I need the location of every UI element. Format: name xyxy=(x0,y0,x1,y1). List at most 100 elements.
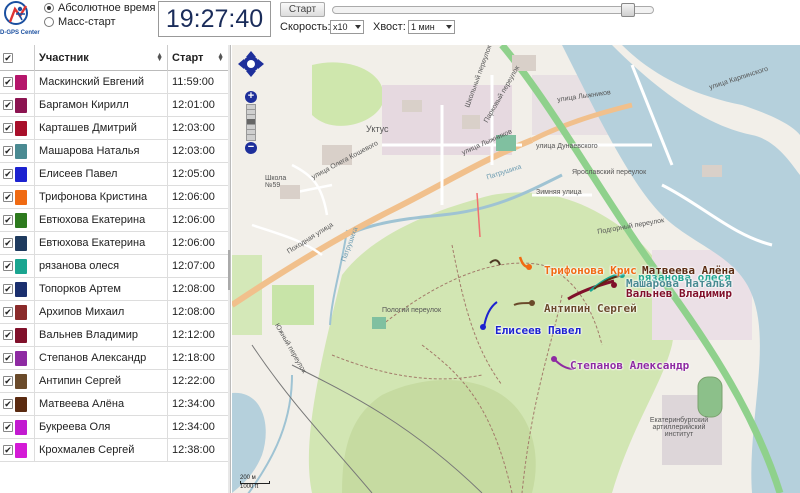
participant-start-time: 12:18:00 xyxy=(172,352,215,364)
participant-name: Баргамон Кирилл xyxy=(39,99,129,111)
zoom-slider[interactable] xyxy=(246,104,256,141)
zoom-in-icon[interactable]: + xyxy=(245,91,257,103)
table-row[interactable]: ✔ Букреева Оля 12:34:00 xyxy=(0,416,228,439)
zoom-out-icon[interactable]: − xyxy=(245,142,257,154)
participant-name: Архипов Михаил xyxy=(39,306,125,318)
radio-absolute-time[interactable] xyxy=(44,3,54,13)
column-header-participant-label: Участник xyxy=(39,52,89,64)
participant-color-swatch[interactable] xyxy=(15,282,27,297)
tail-value: 1 мин xyxy=(411,22,435,32)
table-row[interactable]: ✔ Топорков Артем 12:08:00 xyxy=(0,278,228,301)
participant-name: Трифонова Кристина xyxy=(39,191,148,203)
participant-visible-checkbox[interactable]: ✔ xyxy=(3,353,13,363)
table-row[interactable]: ✔ Матвеева Алёна 12:34:00 xyxy=(0,393,228,416)
table-row[interactable]: ✔ Маскинский Евгений 11:59:00 xyxy=(0,71,228,94)
zoom-slider-thumb[interactable] xyxy=(247,119,255,124)
participant-visible-checkbox[interactable]: ✔ xyxy=(3,445,13,455)
select-all-checkbox[interactable]: ✔ xyxy=(3,53,13,63)
map-label-street-zimnyaya: Зимняя улица xyxy=(536,189,582,196)
participant-color-swatch[interactable] xyxy=(15,144,27,159)
table-row[interactable]: ✔ рязанова олеся 12:07:00 xyxy=(0,255,228,278)
speed-value: x10 xyxy=(333,22,348,32)
map-label-institute: Екатеринбургский артиллерийский институт xyxy=(649,417,709,438)
participant-color-swatch[interactable] xyxy=(15,190,27,205)
table-row[interactable]: ✔ Елисеев Павел 12:05:00 xyxy=(0,163,228,186)
participant-start-time: 12:08:00 xyxy=(172,306,215,318)
participant-color-swatch[interactable] xyxy=(15,98,27,113)
mass-start-option[interactable]: Масс-старт xyxy=(44,16,116,28)
pan-control[interactable] xyxy=(238,51,264,77)
radio-mass-start[interactable] xyxy=(44,17,54,27)
table-row[interactable]: ✔ Антипин Сергей 12:22:00 xyxy=(0,370,228,393)
column-header-start[interactable]: Старт ▲ ▼ xyxy=(167,45,228,71)
chevron-down-icon xyxy=(446,25,452,29)
start-button[interactable]: Старт xyxy=(280,2,325,17)
participant-color-swatch[interactable] xyxy=(15,420,27,435)
table-row[interactable]: ✔ Вальнев Владимир 12:12:00 xyxy=(0,324,228,347)
table-scrollbar[interactable] xyxy=(228,45,230,493)
participant-visible-checkbox[interactable]: ✔ xyxy=(3,169,13,179)
participant-name: Вальнев Владимир xyxy=(39,329,138,341)
column-header-participant[interactable]: Участник ▲ ▼ xyxy=(34,45,167,71)
participant-color-swatch[interactable] xyxy=(15,167,27,182)
participant-start-time: 12:06:00 xyxy=(172,191,215,203)
participant-name: Топорков Артем xyxy=(39,283,121,295)
map-label-uktus: Уктус xyxy=(366,124,389,134)
table-scrollbar-thumb[interactable] xyxy=(228,250,230,290)
participant-color-swatch[interactable] xyxy=(15,374,27,389)
participant-visible-checkbox[interactable]: ✔ xyxy=(3,146,13,156)
participant-visible-checkbox[interactable]: ✔ xyxy=(3,77,13,87)
participant-visible-checkbox[interactable]: ✔ xyxy=(3,238,13,248)
table-header: ✔ Участник ▲ ▼ Старт ▲ ▼ xyxy=(0,45,228,71)
participant-color-swatch[interactable] xyxy=(15,351,27,366)
table-row[interactable]: ✔ Крохмалев Сергей 12:38:00 xyxy=(0,439,228,462)
table-row[interactable]: ✔ Баргамон Кирилл 12:01:00 xyxy=(0,94,228,117)
timeline-slider-handle[interactable] xyxy=(621,3,635,17)
participant-start-time: 12:34:00 xyxy=(172,421,215,433)
participant-start-time: 12:03:00 xyxy=(172,145,215,157)
map-view[interactable]: Уктус Школа №59 Екатеринбургский артилле… xyxy=(232,45,800,493)
tail-select[interactable]: 1 мин xyxy=(408,20,455,34)
participant-color-swatch[interactable] xyxy=(15,213,27,228)
participant-visible-checkbox[interactable]: ✔ xyxy=(3,284,13,294)
chevron-down-icon xyxy=(355,25,361,29)
participant-color-swatch[interactable] xyxy=(15,443,27,458)
participant-start-time: 12:06:00 xyxy=(172,214,215,226)
absolute-time-option[interactable]: Абсолютное время xyxy=(44,2,155,14)
table-row[interactable]: ✔ Евтюхова Екатерина 12:06:00 xyxy=(0,232,228,255)
table-row[interactable]: ✔ Степанов Александр 12:18:00 xyxy=(0,347,228,370)
participant-start-time: 12:22:00 xyxy=(172,375,215,387)
participant-color-swatch[interactable] xyxy=(15,397,27,412)
participant-visible-checkbox[interactable]: ✔ xyxy=(3,307,13,317)
participant-color-swatch[interactable] xyxy=(15,305,27,320)
table-row[interactable]: ✔ Машарова Наталья 12:03:00 xyxy=(0,140,228,163)
participant-name: Маскинский Евгений xyxy=(39,76,145,88)
table-row[interactable]: ✔ Архипов Михаил 12:08:00 xyxy=(0,301,228,324)
participant-visible-checkbox[interactable]: ✔ xyxy=(3,376,13,386)
speed-select[interactable]: x10 xyxy=(330,20,364,34)
table-row[interactable]: ✔ Карташев Дмитрий 12:03:00 xyxy=(0,117,228,140)
track-label-antipin: Антипин Сергей xyxy=(544,302,637,315)
table-row[interactable]: ✔ Евтюхова Екатерина 12:06:00 xyxy=(0,209,228,232)
participant-visible-checkbox[interactable]: ✔ xyxy=(3,100,13,110)
playback-clock: 19:27:40 xyxy=(158,1,271,37)
timeline-slider[interactable] xyxy=(332,3,654,17)
mass-start-label: Масс-старт xyxy=(58,16,116,28)
participant-visible-checkbox[interactable]: ✔ xyxy=(3,123,13,133)
participant-color-swatch[interactable] xyxy=(15,328,27,343)
pan-arrows-icon[interactable] xyxy=(238,51,264,77)
participant-visible-checkbox[interactable]: ✔ xyxy=(3,399,13,409)
participant-visible-checkbox[interactable]: ✔ xyxy=(3,330,13,340)
participant-color-swatch[interactable] xyxy=(15,236,27,251)
participant-color-swatch[interactable] xyxy=(15,75,27,90)
participant-visible-checkbox[interactable]: ✔ xyxy=(3,422,13,432)
table-row[interactable]: ✔ Трифонова Кристина 12:06:00 xyxy=(0,186,228,209)
participant-name: Карташев Дмитрий xyxy=(39,122,137,134)
participant-visible-checkbox[interactable]: ✔ xyxy=(3,261,13,271)
participant-visible-checkbox[interactable]: ✔ xyxy=(3,215,13,225)
participant-visible-checkbox[interactable]: ✔ xyxy=(3,192,13,202)
participant-color-swatch[interactable] xyxy=(15,121,27,136)
participant-start-time: 12:08:00 xyxy=(172,283,215,295)
logo-text: D-GPS Center xyxy=(0,30,40,36)
participant-color-swatch[interactable] xyxy=(15,259,27,274)
